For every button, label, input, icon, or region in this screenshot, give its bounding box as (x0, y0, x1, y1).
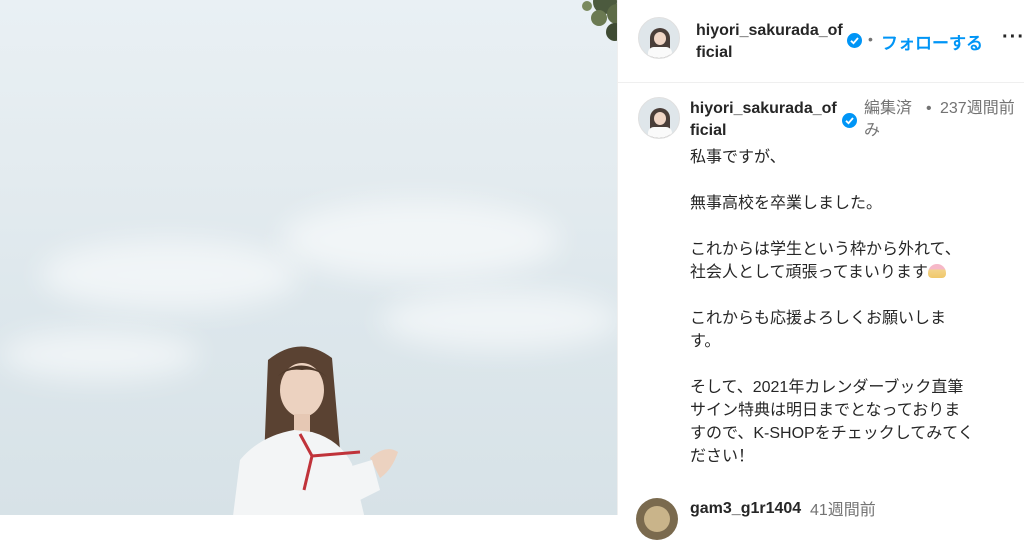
commenter-username[interactable]: gam3_g1r1404 (690, 500, 801, 518)
separator-dot: • (926, 100, 932, 117)
caption-paragraph: 無事高校を卒業しました。 (690, 195, 883, 212)
caption-paragraph: そして、2021年カレンダーブック直筆 サイン特典は明日までとなっておりま すの… (690, 379, 974, 465)
caption-author-username[interactable]: hiyori_sakurada_official (690, 98, 840, 142)
caption-author-avatar[interactable] (638, 97, 680, 139)
post-timestamp[interactable]: 237週間前 (940, 98, 1016, 120)
commenter-avatar[interactable] (636, 498, 678, 540)
post-viewer: hiyori_sakurada_official • フォローする ··· hi… (0, 0, 1024, 540)
post-photo[interactable] (0, 0, 617, 515)
edited-label: 編集済み (864, 100, 913, 139)
verified-badge-icon (842, 113, 857, 128)
cloud (40, 240, 300, 310)
author-avatar[interactable] (638, 17, 680, 59)
caption-paragraph: これからは学生という枠から外れて、 社会人として頑張ってまいります (690, 241, 961, 281)
separator-dot: • (868, 31, 873, 47)
cloud (0, 330, 200, 380)
caption-paragraph: これからも応援よろしくお願いしま す。 (690, 310, 947, 350)
shaved-ice-icon (927, 264, 946, 278)
caption-paragraph: 私事ですが、 (690, 149, 786, 166)
tree-branch (582, 0, 617, 41)
post-side-panel: hiyori_sakurada_official • フォローする ··· hi… (617, 0, 1024, 540)
verified-badge-icon (847, 33, 862, 48)
author-username[interactable]: hiyori_sakurada_official (696, 20, 846, 64)
post-header: hiyori_sakurada_official • フォローする ··· (618, 0, 1024, 83)
more-options-icon[interactable]: ··· (1002, 26, 1024, 49)
girl-figure (233, 346, 398, 515)
follow-button[interactable]: フォローする (881, 29, 983, 54)
comment-timestamp[interactable]: 41週間前 (810, 500, 876, 522)
cloud (280, 200, 560, 280)
caption-text: 私事ですが、 無事高校を卒業しました。 これからは学生という枠から外れて、 社会… (690, 146, 1010, 491)
